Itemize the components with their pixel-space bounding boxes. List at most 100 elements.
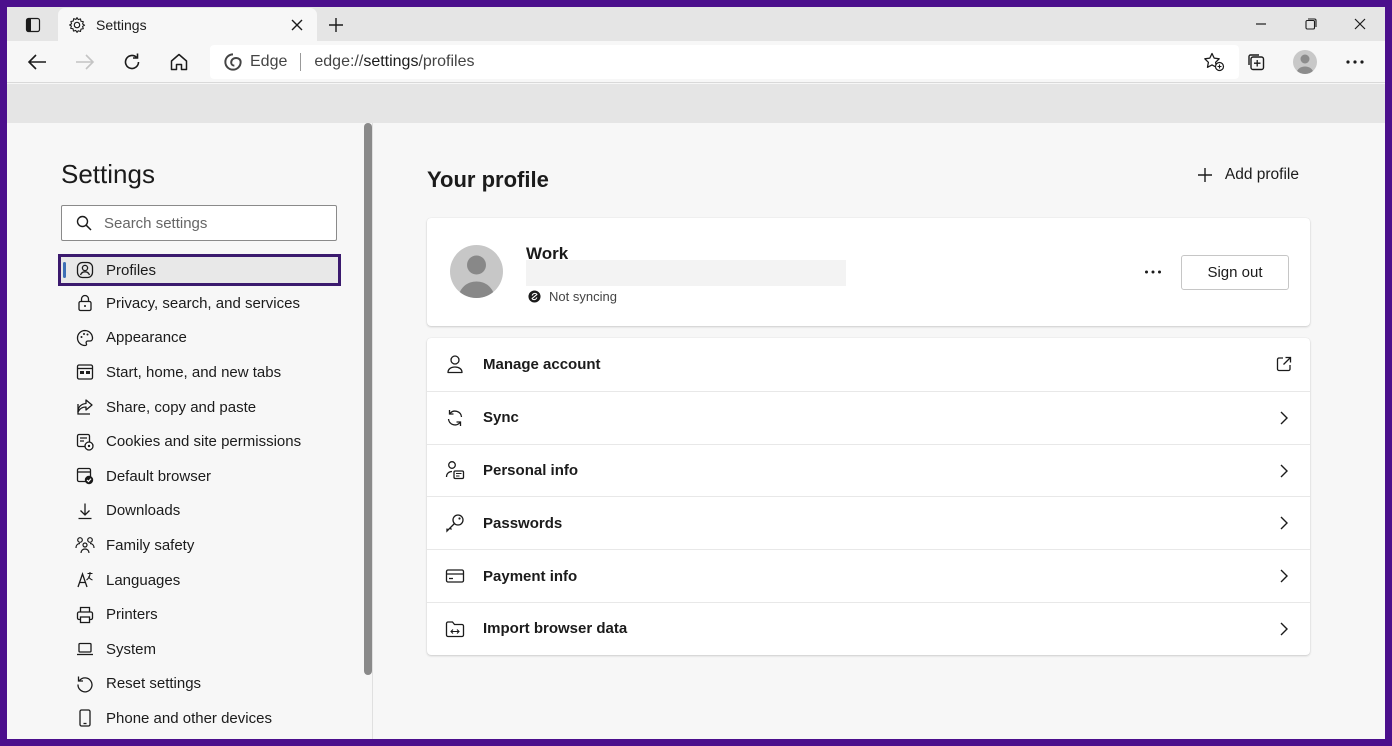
sidebar-item-default-browser[interactable]: Default browser bbox=[58, 459, 341, 494]
sidebar-item-share[interactable]: Share, copy and paste bbox=[58, 390, 341, 425]
sidebar-item-privacy[interactable]: Privacy, search, and services bbox=[58, 286, 341, 321]
sidebar-item-cookies[interactable]: Cookies and site permissions bbox=[58, 424, 341, 459]
url-scheme: edge:// bbox=[314, 53, 364, 70]
collections-icon bbox=[1248, 54, 1265, 71]
sidebar-item-label: Privacy, search, and services bbox=[106, 294, 300, 312]
address-bar[interactable]: Edge edge://settings/profiles bbox=[210, 45, 1239, 79]
avatar-icon bbox=[458, 255, 495, 298]
sidebar-item-reset[interactable]: Reset settings bbox=[58, 667, 341, 702]
close-icon bbox=[291, 19, 303, 30]
sidebar-item-profiles[interactable]: Profiles bbox=[58, 254, 341, 286]
minimize-button[interactable] bbox=[1243, 12, 1279, 36]
row-label: Manage account bbox=[483, 355, 601, 373]
key-icon bbox=[445, 513, 465, 533]
sync-status-text: Not syncing bbox=[549, 289, 617, 304]
chevron-right-icon bbox=[1274, 513, 1294, 533]
sidebar-item-label: System bbox=[106, 640, 157, 658]
sign-out-button[interactable]: Sign out bbox=[1181, 255, 1289, 290]
star-add-icon bbox=[1204, 52, 1225, 72]
sidebar-item-label: Cookies and site permissions bbox=[106, 433, 302, 451]
settings-nav: Profiles Privacy, search, and services A… bbox=[58, 254, 341, 736]
sidebar-item-label: Start, home, and new tabs bbox=[106, 363, 282, 381]
infobar-area bbox=[7, 84, 1385, 123]
restore-button[interactable] bbox=[1293, 12, 1329, 36]
forward-button[interactable] bbox=[69, 47, 101, 77]
sidebar-scrollbar[interactable] bbox=[364, 123, 372, 675]
sidebar-item-label: Reset settings bbox=[106, 675, 202, 693]
phone-icon bbox=[75, 708, 95, 728]
row-manage-account[interactable]: Manage account bbox=[427, 338, 1310, 391]
home-icon bbox=[170, 53, 188, 71]
profile-settings-list: Manage account Sync Personal info Passwo… bbox=[427, 338, 1310, 655]
sidebar-item-label: Default browser bbox=[106, 467, 212, 485]
sidebar-item-label: Share, copy and paste bbox=[106, 398, 257, 416]
settings-and-more-button[interactable] bbox=[1339, 47, 1371, 77]
close-window-button[interactable] bbox=[1342, 12, 1378, 36]
sidebar-item-label: Printers bbox=[106, 606, 158, 624]
profile-more-options-button[interactable] bbox=[1139, 262, 1167, 282]
settings-sidebar: Settings Profiles bbox=[7, 123, 373, 739]
tab-title: Settings bbox=[96, 16, 147, 33]
add-favorite-button[interactable] bbox=[1203, 52, 1225, 72]
add-profile-button[interactable]: Add profile bbox=[1197, 166, 1299, 184]
reset-icon bbox=[75, 674, 95, 694]
sidebar-item-downloads[interactable]: Downloads bbox=[58, 494, 341, 529]
browser-window: Settings Edge edge://settings/profiles S… bbox=[7, 7, 1385, 739]
profile-card: Work Not syncing Sign out bbox=[427, 218, 1310, 326]
sidebar-item-label: Languages bbox=[106, 571, 181, 589]
url-path: /profiles bbox=[418, 53, 475, 70]
sidebar-item-printers[interactable]: Printers bbox=[58, 597, 341, 632]
tab-settings[interactable]: Settings bbox=[58, 8, 317, 41]
printer-icon bbox=[75, 605, 95, 625]
avatar-icon bbox=[1296, 54, 1314, 74]
sidebar-item-system[interactable]: System bbox=[58, 632, 341, 667]
plus-icon bbox=[1197, 167, 1213, 183]
toolbar: Edge edge://settings/profiles bbox=[7, 41, 1385, 83]
sidebar-item-languages[interactable]: Languages bbox=[58, 563, 341, 598]
back-button[interactable] bbox=[21, 47, 53, 77]
family-icon bbox=[75, 535, 95, 555]
sidebar-title: Settings bbox=[61, 159, 155, 189]
default-browser-icon bbox=[75, 466, 95, 486]
sidebar-item-phone-devices[interactable]: Phone and other devices bbox=[58, 701, 341, 736]
new-tab-button[interactable] bbox=[323, 12, 349, 38]
sidebar-item-family-safety[interactable]: Family safety bbox=[58, 528, 341, 563]
row-sync[interactable]: Sync bbox=[427, 390, 1310, 444]
row-label: Import browser data bbox=[483, 620, 628, 638]
close-icon bbox=[1354, 18, 1366, 30]
row-personal-info[interactable]: Personal info bbox=[427, 443, 1310, 497]
lock-icon bbox=[75, 293, 95, 313]
home-button[interactable] bbox=[163, 47, 195, 77]
sidebar-item-label: Downloads bbox=[106, 502, 181, 520]
start-page-icon bbox=[75, 362, 95, 382]
sync-icon bbox=[445, 408, 465, 428]
arrow-left-icon bbox=[27, 54, 46, 70]
row-label: Passwords bbox=[483, 514, 563, 532]
arrow-right-icon bbox=[76, 54, 95, 70]
chevron-right-icon bbox=[1274, 461, 1294, 481]
import-icon bbox=[445, 619, 465, 639]
search-settings-input[interactable] bbox=[104, 214, 314, 232]
profile-avatar-button[interactable] bbox=[1293, 50, 1317, 74]
search-settings-box[interactable] bbox=[61, 205, 337, 241]
row-passwords[interactable]: Passwords bbox=[427, 496, 1310, 549]
sidebar-item-label: Appearance bbox=[106, 329, 187, 347]
card-icon bbox=[445, 566, 465, 586]
refresh-button[interactable] bbox=[116, 47, 148, 77]
address-brand: Edge bbox=[250, 53, 288, 70]
address-separator bbox=[300, 53, 302, 71]
sidebar-item-start-home[interactable]: Start, home, and new tabs bbox=[58, 355, 341, 390]
not-syncing-icon bbox=[528, 290, 541, 303]
tab-actions-button[interactable] bbox=[17, 13, 49, 37]
url-host: settings bbox=[363, 53, 419, 70]
edge-logo-icon bbox=[224, 53, 242, 71]
row-payment-info[interactable]: Payment info bbox=[427, 549, 1310, 602]
row-import-browser-data[interactable]: Import browser data bbox=[427, 601, 1310, 655]
minimize-icon bbox=[1256, 23, 1266, 25]
tab-close-button[interactable] bbox=[287, 15, 307, 35]
chevron-right-icon bbox=[1274, 619, 1294, 639]
share-icon bbox=[75, 397, 95, 417]
sync-status: Not syncing bbox=[528, 289, 617, 304]
sidebar-item-appearance[interactable]: Appearance bbox=[58, 321, 341, 356]
collections-button[interactable] bbox=[1240, 47, 1272, 77]
